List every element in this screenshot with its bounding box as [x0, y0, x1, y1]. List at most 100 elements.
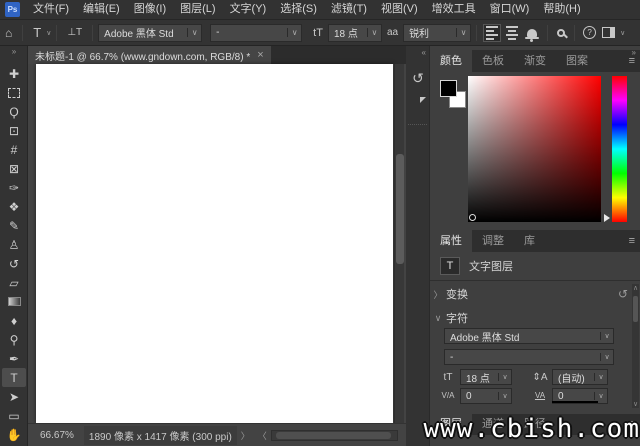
align-left-button[interactable] — [483, 24, 501, 42]
workspace-icon[interactable] — [602, 27, 615, 38]
hue-slider[interactable] — [612, 76, 627, 222]
menu-view[interactable]: 视图(V) — [374, 0, 425, 19]
panel-menu-icon[interactable]: ≡ — [629, 235, 635, 247]
scroll-up-icon[interactable]: ∧ — [632, 284, 639, 292]
document-tab-bar: 未标题-1 @ 66.7% (www.gndown.com, RGB/8) * … — [28, 46, 406, 64]
tab-color[interactable]: 颜色 — [430, 49, 472, 72]
tab-libraries[interactable]: 库 — [514, 229, 545, 252]
anti-alias-select[interactable]: 锐利 ∨ — [403, 24, 471, 42]
canvas[interactable] — [36, 64, 393, 423]
tool-move[interactable]: ✚ — [2, 64, 26, 83]
chevron-down-icon[interactable]: ∨ — [620, 29, 625, 37]
divider — [92, 25, 93, 41]
move-icon: ✚ — [9, 67, 19, 81]
tool-eyedropper[interactable]: ✑ — [2, 178, 26, 197]
properties-scrollbar-thumb[interactable] — [633, 296, 638, 322]
close-icon[interactable]: × — [257, 49, 263, 61]
text-orientation-icon[interactable]: ⊥T — [62, 27, 87, 38]
tool-object-selection[interactable]: ⊡ — [2, 121, 26, 140]
hue-slider-thumb[interactable] — [604, 214, 614, 222]
font-style-select[interactable]: - ∨ — [210, 24, 302, 42]
color-cursor[interactable] — [469, 214, 476, 221]
tool-blur[interactable]: ♦ — [2, 311, 26, 330]
warp-text-button[interactable] — [523, 24, 541, 42]
menu-layer[interactable]: 图层(L) — [173, 0, 222, 19]
tool-frame[interactable]: ⊠ — [2, 159, 26, 178]
character-section-header[interactable]: ∨ 字符 — [430, 308, 628, 328]
menu-edit[interactable]: 编辑(E) — [76, 0, 127, 19]
chevron-down-icon: ∨ — [187, 28, 201, 37]
tool-rectangle[interactable]: ▭ — [2, 406, 26, 425]
collapsed-panel-strip: « ↺ — [406, 46, 430, 446]
font-family-select[interactable]: Adobe 黑体 Std ∨ — [98, 24, 202, 42]
menu-window[interactable]: 窗口(W) — [483, 0, 537, 19]
character-font-family-select[interactable]: Adobe 黑体 Std ∨ — [444, 328, 614, 344]
tab-gradients[interactable]: 渐变 — [514, 49, 556, 72]
menu-type[interactable]: 文字(Y) — [223, 0, 274, 19]
tool-pen[interactable]: ✒ — [2, 349, 26, 368]
tool-rectangular-marquee[interactable] — [2, 83, 26, 102]
menu-file[interactable]: 文件(F) — [26, 0, 76, 19]
tool-spot-healing-brush[interactable]: ❖ — [2, 197, 26, 216]
dodge-icon: ⚲ — [10, 333, 19, 347]
tab-properties[interactable]: 属性 — [430, 229, 472, 252]
tool-crop[interactable]: # — [2, 140, 26, 159]
transform-section-header[interactable]: 〉 变换 ↺ — [430, 284, 628, 304]
tool-hand[interactable]: ✋ — [2, 425, 26, 444]
tab-adjustments[interactable]: 调整 — [472, 229, 514, 252]
path-selection-icon: ➤ — [9, 390, 19, 404]
help-icon[interactable]: ? — [583, 26, 596, 39]
horizontal-scrollbar-thumb[interactable] — [276, 432, 391, 439]
toolbar-expand-icon[interactable]: » — [0, 46, 28, 58]
align-left-icon — [486, 26, 498, 40]
character-kerning-select[interactable]: 0 ∨ — [460, 388, 512, 404]
menu-help[interactable]: 帮助(H) — [536, 0, 587, 19]
horizontal-scrollbar[interactable] — [271, 430, 398, 441]
align-center-button[interactable] — [503, 24, 521, 42]
document-tab[interactable]: 未标题-1 @ 66.7% (www.gndown.com, RGB/8) * … — [28, 46, 271, 64]
scroll-left-icon[interactable]: 〈 — [258, 429, 267, 442]
status-menu-chevron-icon[interactable]: 〉 — [241, 429, 250, 442]
marquee-icon — [8, 88, 20, 98]
tool-preset-chevron-icon[interactable]: ∨ — [46, 29, 51, 37]
menu-plugins[interactable]: 增效工具 — [425, 0, 483, 19]
tool-clone-stamp[interactable]: ♙ — [2, 235, 26, 254]
home-icon[interactable]: ⌂ — [0, 26, 17, 40]
font-size-select[interactable]: 18 点 ∨ — [328, 24, 382, 42]
document-info: 1890 像素 x 1417 像素 (300 ppi) — [84, 426, 237, 445]
zoom-level-field[interactable]: 66.67% — [36, 428, 78, 443]
character-font-style-select[interactable]: - ∨ — [444, 349, 614, 365]
vertical-scrollbar[interactable] — [394, 64, 404, 423]
rectangle-icon: ▭ — [8, 409, 19, 423]
tool-dodge[interactable]: ⚲ — [2, 330, 26, 349]
character-leading-select[interactable]: (自动) ∨ — [552, 369, 608, 385]
scroll-down-icon[interactable]: ∨ — [632, 400, 639, 408]
tab-swatches[interactable]: 色板 — [472, 49, 514, 72]
properties-scrollbar[interactable]: ∧ ∨ — [632, 284, 639, 408]
tool-gradient[interactable] — [2, 292, 26, 311]
reset-transform-icon[interactable]: ↺ — [618, 287, 628, 301]
vertical-scrollbar-thumb[interactable] — [396, 154, 404, 264]
chevron-down-icon: ∨ — [600, 353, 613, 361]
foreground-color-swatch[interactable] — [440, 80, 457, 97]
tab-patterns[interactable]: 图案 — [556, 49, 598, 72]
tool-type[interactable]: T — [2, 368, 26, 387]
chevron-down-icon: ∨ — [600, 332, 613, 340]
tool-history-brush[interactable]: ↺ — [2, 254, 26, 273]
menu-filter[interactable]: 滤镜(T) — [324, 0, 374, 19]
menu-select[interactable]: 选择(S) — [273, 0, 324, 19]
type-tool-preset-icon[interactable]: T — [28, 25, 46, 40]
tool-brush[interactable]: ✎ — [2, 216, 26, 235]
font-size-value: 18 点 — [329, 25, 367, 40]
collapse-panels-icon[interactable]: » — [632, 48, 636, 57]
expand-panels-icon[interactable]: « — [422, 48, 426, 57]
tool-lasso[interactable]: Ϙ — [2, 102, 26, 121]
tool-eraser[interactable]: ▱ — [2, 273, 26, 292]
history-panel-icon[interactable]: ↺ — [406, 70, 430, 87]
tool-path-selection[interactable]: ➤ — [2, 387, 26, 406]
search-icon[interactable] — [557, 29, 565, 37]
menu-image[interactable]: 图像(I) — [127, 0, 173, 19]
color-picker-field[interactable] — [468, 76, 601, 222]
divider — [430, 280, 640, 281]
character-size-select[interactable]: 18 点 ∨ — [460, 369, 512, 385]
